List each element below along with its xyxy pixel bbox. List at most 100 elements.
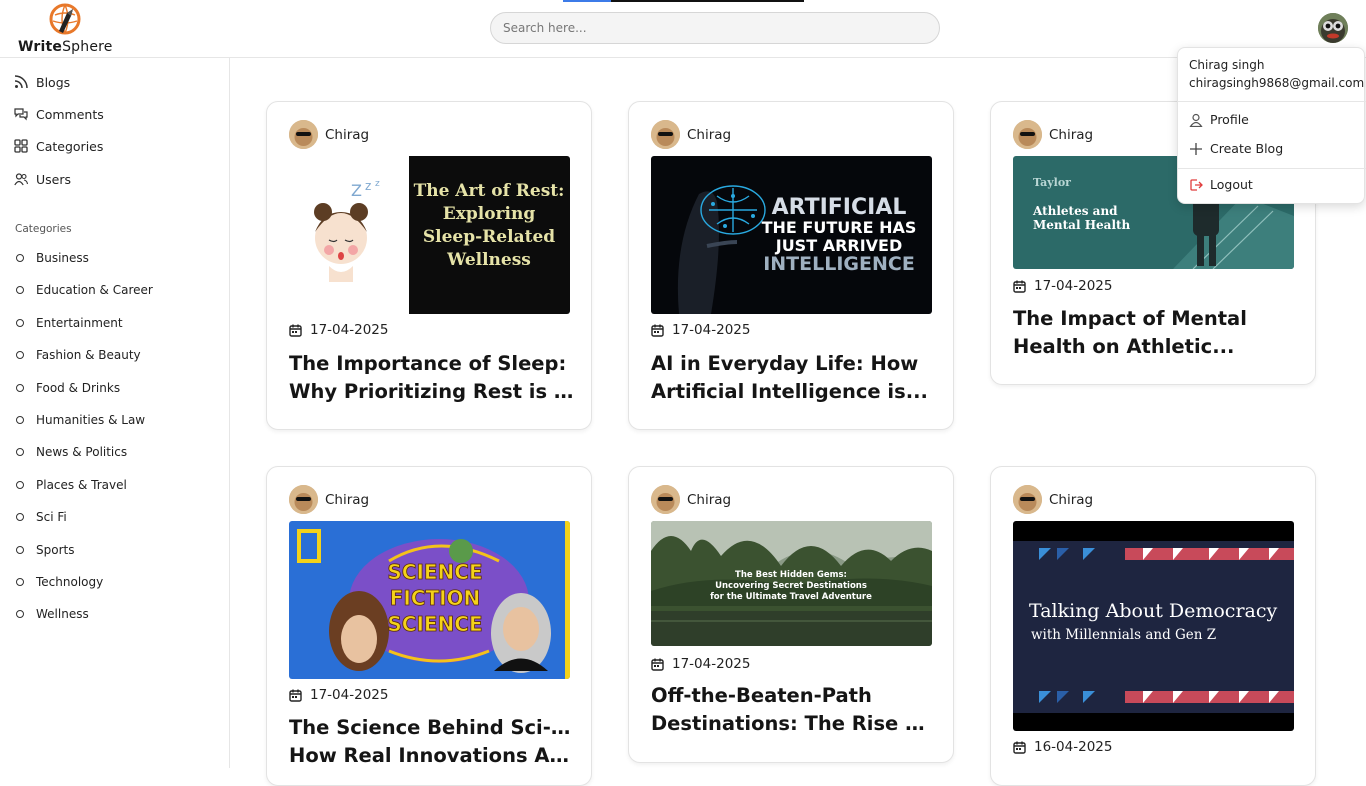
calendar-icon [1013, 280, 1026, 293]
category-wellness[interactable]: Wellness [16, 604, 89, 624]
sidebar-item-label: Comments [36, 106, 104, 122]
category-entertainment[interactable]: Entertainment [16, 313, 123, 333]
circle-icon [16, 448, 24, 456]
circle-icon [16, 416, 24, 424]
calendar-icon [289, 324, 302, 337]
title-line: The Impact of Mental [1013, 307, 1247, 330]
category-label: Food & Drinks [36, 381, 121, 395]
category-label: Humanities & Law [36, 413, 146, 427]
title-line: Off-the-Beaten-Path [651, 684, 872, 707]
blog-card[interactable]: Chirag Z z z The Art of Rest: Exploring … [266, 101, 592, 430]
top-header: WriteSphere [0, 0, 1366, 58]
post-date: 16-04-2025 [1013, 739, 1112, 755]
post-thumbnail: SCIENCE FICTION SCIENCE [289, 521, 570, 679]
post-thumbnail: ARTIFICIAL THE FUTURE HAS JUST ARRIVED I… [651, 156, 932, 314]
category-fashion-beauty[interactable]: Fashion & Beauty [16, 345, 141, 365]
thumb-text: Athletes and [1032, 204, 1118, 218]
thumb-text: FICTION [390, 586, 481, 610]
category-label: Entertainment [36, 316, 123, 330]
category-news-politics[interactable]: News & Politics [16, 442, 127, 462]
title-line: Why Prioritizing Rest is K... [289, 380, 574, 403]
author-avatar [289, 485, 318, 514]
category-sci-fi[interactable]: Sci Fi [16, 507, 67, 527]
menu-user-email: chiragsingh9868@gmail.com [1189, 76, 1365, 90]
category-label: Education & Career [36, 283, 153, 297]
blog-card[interactable]: Chirag SCIENCE FICTION SCIENCE 17-04-202… [266, 466, 592, 786]
category-label: Fashion & Beauty [36, 348, 141, 362]
post-date: 17-04-2025 [1013, 278, 1112, 294]
post-title[interactable]: The Importance of Sleep: Why Prioritizin… [289, 350, 574, 406]
menu-item-label: Create Blog [1210, 141, 1284, 156]
category-humanities-law[interactable]: Humanities & Law [16, 410, 145, 430]
category-business[interactable]: Business [16, 248, 89, 268]
circle-icon [16, 286, 24, 294]
circle-icon [16, 546, 24, 554]
thumb-text: INTELLIGENCE [763, 253, 915, 275]
thumb-text: Talking About Democracy [1029, 600, 1277, 622]
date-text: 17-04-2025 [1034, 278, 1113, 294]
author-avatar [651, 120, 680, 149]
search-input[interactable] [490, 12, 940, 44]
rss-icon [14, 75, 28, 89]
thumb-text: for the Ultimate Travel Adventure [710, 592, 872, 602]
svg-text:z: z [375, 179, 380, 189]
category-food-drinks[interactable]: Food & Drinks [16, 378, 120, 398]
sidebar-item-blogs[interactable]: Blogs [14, 71, 70, 93]
date-text: 16-04-2025 [1034, 739, 1113, 755]
card-author: Chirag [289, 485, 369, 514]
author-avatar [1013, 485, 1042, 514]
menu-item-create-blog[interactable]: Create Blog [1189, 141, 1283, 156]
users-icon [14, 173, 28, 186]
blog-card[interactable]: Chirag Talking About Democracy with Mill… [990, 466, 1316, 786]
menu-item-profile[interactable]: Profile [1189, 112, 1249, 127]
post-date: 17-04-2025 [289, 322, 388, 338]
post-title[interactable]: The Science Behind Sci-Fi: How Real Inno… [289, 714, 574, 770]
thumb-text: with Millennials and Gen Z [1031, 627, 1216, 643]
author-avatar [651, 485, 680, 514]
sidebar-item-categories[interactable]: Categories [14, 135, 103, 157]
title-line: How Real Innovations Are... [289, 744, 574, 767]
sidebar-item-label: Blogs [36, 74, 71, 90]
category-education-career[interactable]: Education & Career [16, 280, 153, 300]
post-thumbnail: Talking About Democracy with Millennials… [1013, 521, 1294, 731]
author-name: Chirag [1049, 491, 1094, 508]
category-label: News & Politics [36, 445, 128, 459]
blog-card[interactable]: Chirag ARTIFICIAL THE FUTURE HAS JUST AR… [628, 101, 954, 430]
card-author: Chirag [1013, 120, 1093, 149]
user-icon [1189, 113, 1203, 127]
categories-heading: Categories [15, 223, 72, 235]
author-name: Chirag [325, 491, 370, 508]
title-line: Artificial Intelligence is... [651, 380, 928, 403]
sidebar-item-users[interactable]: Users [14, 168, 71, 190]
title-line: Destinations: The Rise of... [651, 712, 936, 735]
card-author: Chirag [289, 120, 369, 149]
menu-user-name: Chirag singh [1189, 58, 1265, 72]
circle-icon [16, 481, 24, 489]
post-title[interactable]: The Impact of Mental Health on Athletic.… [1013, 305, 1298, 361]
calendar-icon [1013, 741, 1026, 754]
category-technology[interactable]: Technology [16, 572, 103, 592]
circle-icon [16, 384, 24, 392]
user-avatar-button[interactable] [1318, 13, 1348, 43]
author-name: Chirag [687, 491, 732, 508]
post-thumbnail: The Best Hidden Gems: Uncovering Secret … [651, 521, 932, 646]
circle-icon [16, 254, 24, 262]
blog-card[interactable]: Chirag The Best Hidden Gems: Uncovering … [628, 466, 954, 763]
circle-icon [16, 513, 24, 521]
post-title[interactable]: AI in Everyday Life: How Artificial Inte… [651, 350, 936, 406]
post-title[interactable]: Off-the-Beaten-Path Destinations: The Ri… [651, 682, 936, 738]
category-sports[interactable]: Sports [16, 540, 74, 560]
plus-icon [1190, 142, 1202, 155]
app-logo[interactable]: WriteSphere [18, 0, 114, 58]
svg-text:z: z [365, 179, 371, 193]
circle-icon [16, 319, 24, 327]
card-author: Chirag [651, 485, 731, 514]
category-places-travel[interactable]: Places & Travel [16, 475, 127, 495]
category-label: Places & Travel [36, 478, 127, 492]
thumb-text: Mental Health [1033, 218, 1131, 232]
sidebar-item-comments[interactable]: Comments [14, 103, 104, 125]
author-name: Chirag [325, 126, 370, 143]
menu-item-logout[interactable]: Logout [1189, 177, 1253, 192]
comments-icon [14, 108, 28, 121]
thumb-text: The Art of Rest: [414, 181, 565, 201]
